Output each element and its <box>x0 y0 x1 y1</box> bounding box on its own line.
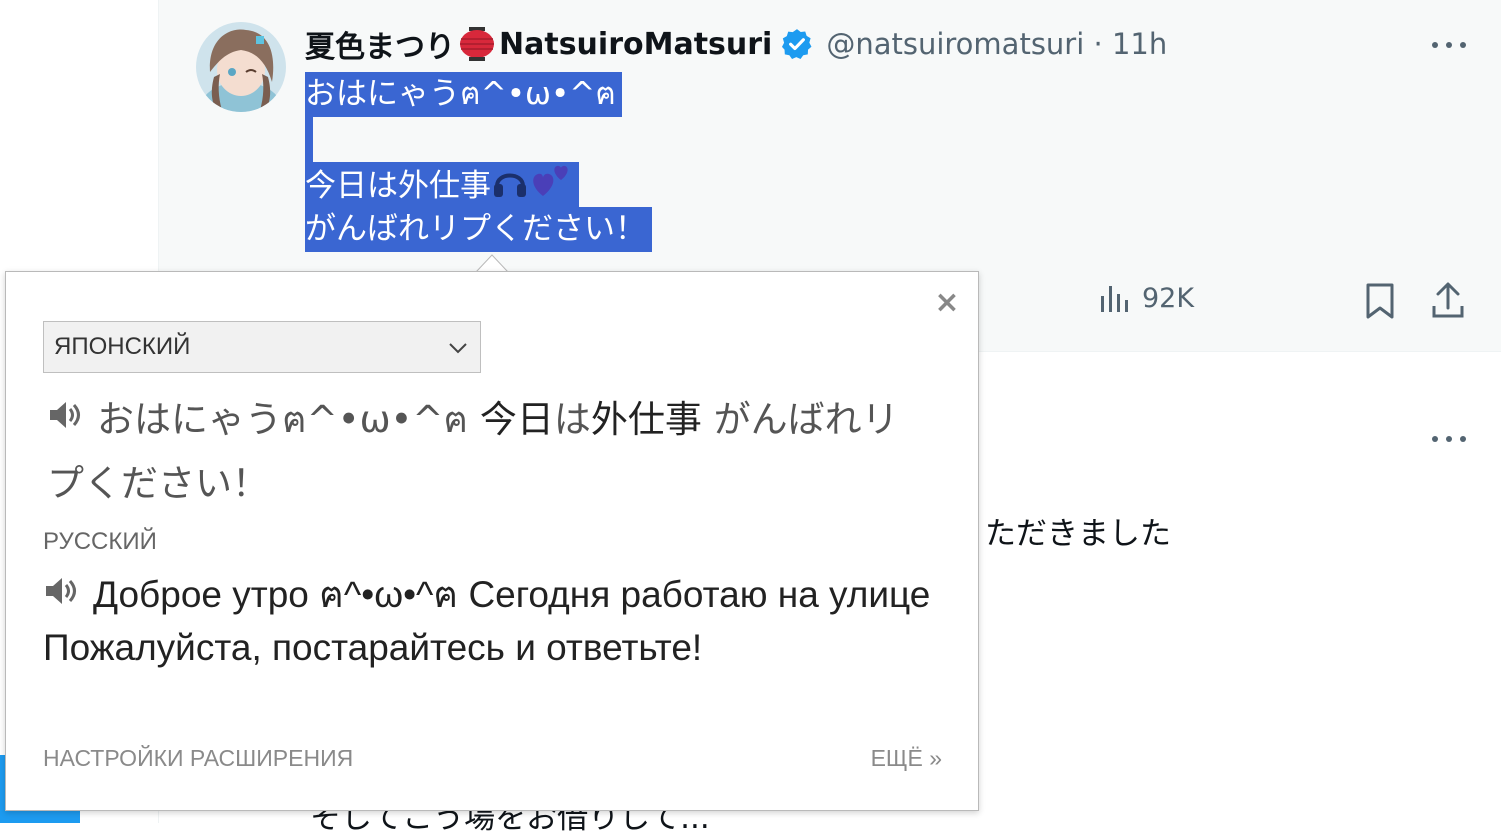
target-language: РУССКИЙ <box>43 528 157 555</box>
bookmark-icon[interactable] <box>1364 282 1396 324</box>
translation-popup: × ЯПОНСКИЙ おはにゃうฅ^•ω•^ฅ 今日は外仕事 がんばれリプくださ… <box>5 271 979 811</box>
speaker-icon-2[interactable] <box>43 568 79 621</box>
tweet-line-4: がんばれリプください！ <box>305 207 652 252</box>
display-name-suffix[interactable]: NatsuiroMatsuri <box>499 27 772 62</box>
hearts-icon <box>529 162 573 213</box>
source-language-value: ЯПОНСКИЙ <box>54 333 191 360</box>
close-icon[interactable]: × <box>930 286 964 320</box>
tweet-line-blank <box>305 117 313 162</box>
display-name[interactable]: 夏色まつり <box>305 22 455 66</box>
extension-settings-link[interactable]: НАСТРОЙКИ РАСШИРЕНИЯ <box>43 745 353 772</box>
lantern-icon <box>457 24 497 64</box>
handle-and-time[interactable]: @natsuiromatsuri · 11h <box>826 27 1167 61</box>
chevron-down-icon <box>449 343 467 354</box>
source-language-select[interactable]: ЯПОНСКИЙ <box>43 321 481 373</box>
more-link[interactable]: ЕЩЁ » <box>871 745 942 772</box>
more-icon[interactable] <box>1432 30 1466 60</box>
tweet2-partial-text: ただきました <box>985 516 1171 552</box>
views-count[interactable]: 92K <box>1098 282 1194 314</box>
views-count-label: 92K <box>1142 282 1195 314</box>
tweet-line-1: おはにゃうฅ^•ω•^ฅ <box>305 72 622 117</box>
headphones-icon <box>491 162 529 213</box>
share-icon[interactable] <box>1430 280 1466 324</box>
translated-text: Доброе утро ฅ^•ω•^ฅ Сегодня работаю на у… <box>43 568 943 674</box>
source-text-part1: おはにゃうฅ^•ω•^ฅ <box>97 398 469 441</box>
tweet-line-3: 今日は外仕事 <box>305 168 491 204</box>
avatar[interactable] <box>196 22 286 112</box>
tweet-text: おはにゃうฅ^•ω•^ฅ 今日は外仕事 がんばれリプください！ <box>305 72 652 252</box>
source-text: おはにゃうฅ^•ω•^ฅ 今日は外仕事 がんばれリプください！ <box>47 388 927 516</box>
source-text-part2: 今日 <box>479 398 554 441</box>
tweet-line-3-wrap: 今日は外仕事 <box>305 162 579 207</box>
popup-arrow <box>476 254 508 273</box>
verified-icon <box>780 27 814 61</box>
source-text-part4: 外仕事 <box>590 398 702 441</box>
translated-text-value: Доброе утро ฅ^•ω•^ฅ Сегодня работаю на у… <box>43 574 931 668</box>
views-icon <box>1101 286 1128 312</box>
tweet-header: 夏色まつり NatsuiroMatsuri @natsuiromatsuri ·… <box>305 22 1167 66</box>
speaker-icon[interactable] <box>47 387 83 451</box>
more-icon-2[interactable] <box>1432 424 1466 454</box>
source-text-part3: は <box>553 398 591 441</box>
